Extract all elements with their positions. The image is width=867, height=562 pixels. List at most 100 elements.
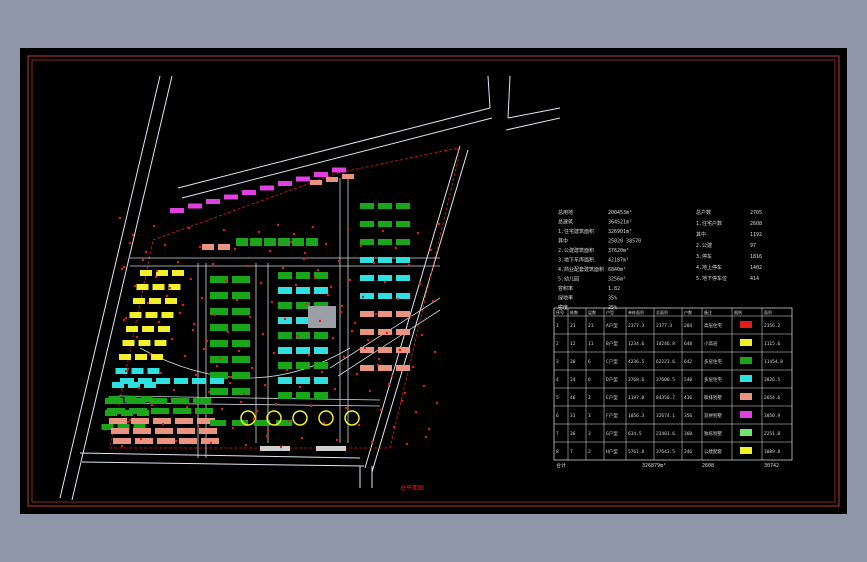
residential-block (218, 244, 230, 250)
tree-dot (120, 444, 124, 448)
tree-dot (176, 260, 180, 264)
tree-dot (411, 365, 415, 369)
residential-block (314, 392, 328, 399)
residential-block (378, 203, 392, 209)
residential-block (109, 418, 127, 424)
tree-dot (270, 300, 274, 304)
residential-block (149, 298, 161, 304)
residential-block (210, 340, 228, 347)
residential-block (360, 275, 374, 281)
legend-swatch (740, 393, 752, 400)
table-cell: E户型 (606, 394, 618, 401)
residential-block (378, 347, 392, 353)
summary-label: 4.商业配套建筑面积 (558, 266, 604, 273)
tree-dot (292, 232, 296, 236)
summary-right-line: 4.地上停车 1402 (696, 264, 762, 271)
residential-block (135, 438, 153, 444)
summary-value: 2705 (750, 210, 762, 216)
table-cell: D户型 (606, 376, 618, 383)
residential-block (314, 362, 328, 369)
table-cell: 246 (684, 449, 692, 455)
residential-block (296, 317, 310, 324)
residential-block (210, 308, 228, 315)
tree-dot (279, 445, 283, 449)
tree-dot (211, 262, 215, 266)
tree-dot (331, 336, 335, 340)
residential-block (232, 340, 250, 347)
summary-label: 总建筑 (558, 219, 573, 226)
residential-block (133, 428, 151, 434)
tree-dot (283, 317, 287, 321)
tree-dot (237, 349, 241, 353)
table-cell: G户型 (606, 430, 618, 437)
residential-block (156, 378, 170, 384)
table-cell: 204 (684, 323, 692, 329)
tree-dot (154, 275, 158, 279)
table-cell: 1234.6 (628, 341, 645, 347)
tree-dot (289, 240, 293, 244)
tree-dot (146, 301, 150, 305)
table-cell: 1115.6 (764, 341, 781, 347)
tree-dot (137, 386, 141, 390)
table-cell: 3 (556, 359, 559, 365)
residential-block (154, 340, 167, 346)
legend-swatch (740, 357, 752, 364)
residential-block (129, 312, 142, 318)
summary-left-line: 2.公建建筑面积 37620m² (558, 247, 629, 254)
summary-label: 1.住宅建筑面积 (558, 228, 594, 235)
tree-dot (233, 247, 237, 251)
table-row: 7 36 3 G户型 634.5 23481.6 360 独栋别墅 2251.8 (554, 423, 792, 437)
table-cell: 公建配套 (704, 448, 722, 455)
tree-dot (235, 298, 239, 302)
legend-swatch (740, 339, 752, 346)
table-cell: 独栋别墅 (704, 430, 722, 437)
residential-block (171, 398, 189, 404)
tree-dot (159, 371, 163, 375)
table-header-cell: 单栋面积 (628, 309, 644, 315)
summary-left-line: 总建筑 364521m² (558, 219, 632, 226)
table-header-cell: 层数 (588, 309, 596, 315)
table-cell: 62223.6 (656, 359, 675, 365)
summary-value: 1192 (750, 232, 762, 238)
tree-dot (207, 390, 211, 394)
table-cell: 21 (588, 323, 594, 329)
residential-block (360, 347, 374, 353)
table-cell: 6 (556, 413, 559, 419)
tree-dot (357, 423, 361, 427)
tree-dot (139, 437, 143, 441)
table-totals: 合计 326879m² 2608 30742 (556, 462, 779, 469)
table-cell: 648 (684, 341, 692, 347)
tree-dot (350, 329, 354, 333)
residential-block (396, 347, 410, 353)
tree-dot (359, 244, 363, 248)
summary-label: 3.停车 (696, 253, 712, 260)
cad-viewport[interactable]: 总平面图 总用地 200453m² 总建筑 364521m² 1.住宅建筑面积 32690… (20, 48, 847, 514)
tree-dot (316, 268, 320, 272)
tree-dot (274, 402, 278, 406)
residential-block (360, 311, 374, 317)
total-value: 2608 (702, 463, 714, 469)
tree-dot (265, 434, 269, 438)
table-cell: 21 (570, 323, 576, 329)
tree-dot (344, 406, 348, 410)
tree-dot (124, 316, 128, 320)
residential-block (199, 428, 217, 434)
tree-dot (155, 269, 159, 273)
tree-dot (329, 285, 333, 289)
table-row: 4 24 6 D户型 3768.6 37600.5 540 多层住宅 3826.5 (554, 369, 792, 383)
tree-dot (266, 428, 270, 432)
tree-dot (181, 303, 185, 307)
residential-block (232, 276, 250, 283)
tree-dot (228, 381, 232, 385)
residential-block (360, 203, 374, 209)
tree-dot (377, 357, 381, 361)
summary-label: 2.公建 (696, 242, 712, 249)
summary-left-line: 其中 25020 38570 (558, 238, 641, 245)
table-cell: 2251.8 (764, 431, 781, 437)
residential-block (210, 388, 228, 395)
tree-dot (224, 279, 228, 283)
tree-dot (390, 374, 394, 378)
residential-block (232, 372, 250, 379)
tree-dot (405, 442, 409, 446)
residential-block (177, 428, 195, 434)
